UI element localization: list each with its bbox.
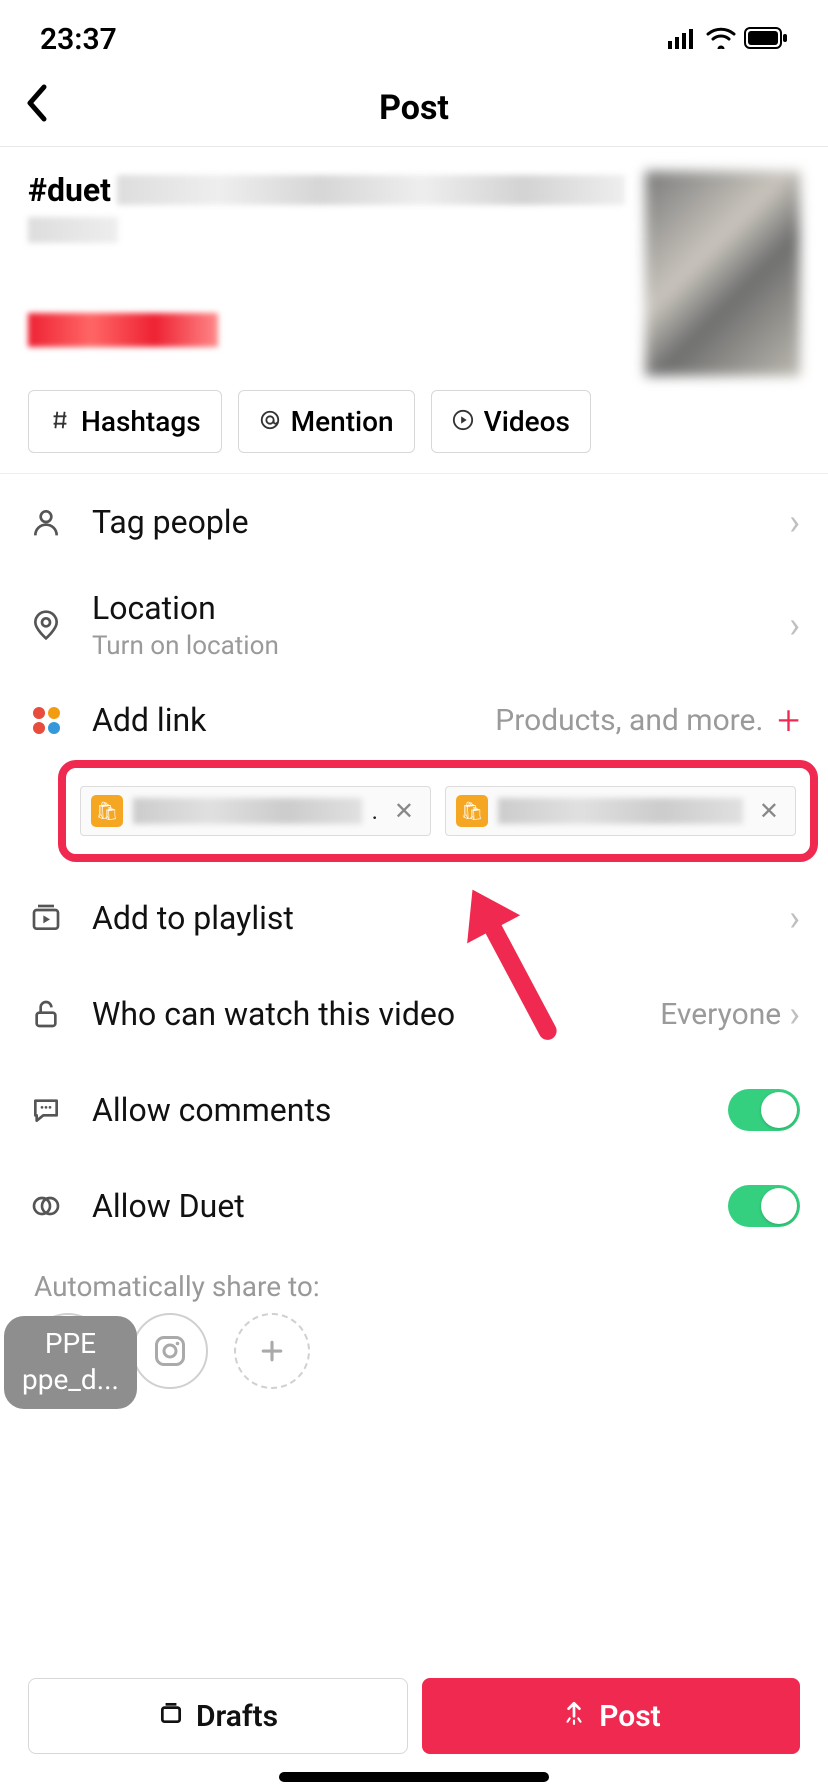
remove-link-button[interactable]: ✕ bbox=[388, 797, 420, 825]
status-time: 23:37 bbox=[40, 22, 117, 57]
page-title: Post bbox=[379, 88, 449, 128]
row-label: Allow Duet bbox=[92, 1187, 700, 1225]
home-indicator[interactable] bbox=[279, 1772, 549, 1782]
location-row[interactable]: Location Turn on location › bbox=[0, 570, 828, 680]
comment-icon bbox=[28, 1094, 64, 1126]
remove-link-button[interactable]: ✕ bbox=[753, 797, 785, 825]
row-label: Location bbox=[92, 589, 761, 627]
playlist-icon bbox=[28, 902, 64, 934]
back-button[interactable] bbox=[24, 83, 50, 133]
chevron-right-icon: › bbox=[789, 993, 800, 1035]
wifi-icon bbox=[706, 22, 736, 57]
linked-products-highlight: 🛍 . ✕ 🛍 ✕ bbox=[58, 760, 818, 862]
video-thumbnail[interactable] bbox=[645, 171, 800, 376]
share-label: Automatically share to: bbox=[0, 1254, 828, 1313]
row-label: Allow comments bbox=[92, 1091, 700, 1129]
lock-icon bbox=[28, 998, 64, 1030]
plus-icon[interactable]: + bbox=[777, 697, 800, 744]
caption-helpers: Hashtags Mention Videos bbox=[0, 390, 828, 473]
person-icon bbox=[28, 506, 64, 538]
add-link-icon bbox=[28, 707, 64, 734]
nav-header: Post bbox=[0, 69, 828, 147]
chip-label: Hashtags bbox=[81, 405, 201, 438]
duet-icon bbox=[28, 1190, 64, 1222]
product-link-chip[interactable]: 🛍 . ✕ bbox=[80, 786, 431, 836]
allow-comments-row: Allow comments bbox=[0, 1062, 828, 1158]
row-label: Add to playlist bbox=[92, 899, 761, 937]
caption-hashtag: #duet bbox=[28, 171, 111, 209]
compose-area: #duet bbox=[0, 147, 828, 390]
add-link-row[interactable]: Add link Products, and more. + bbox=[0, 680, 828, 760]
privacy-row[interactable]: Who can watch this video Everyone › bbox=[0, 966, 828, 1062]
row-label: Tag people bbox=[92, 503, 761, 541]
hashtags-chip[interactable]: Hashtags bbox=[28, 390, 222, 453]
allow-duet-toggle[interactable] bbox=[728, 1185, 800, 1227]
drafts-icon bbox=[158, 1699, 184, 1734]
chip-label: Mention bbox=[291, 405, 394, 438]
caption-redacted bbox=[117, 175, 625, 205]
chip-label: Videos bbox=[484, 405, 570, 438]
videos-chip[interactable]: Videos bbox=[431, 390, 591, 453]
location-icon bbox=[28, 609, 64, 641]
product-link-chip[interactable]: 🛍 ✕ bbox=[445, 786, 796, 836]
button-label: Drafts bbox=[196, 1699, 278, 1734]
allow-duet-row: Allow Duet bbox=[0, 1158, 828, 1254]
shopping-bag-icon: 🛍 bbox=[91, 795, 123, 827]
add-link-hint: Products, and more. bbox=[495, 703, 763, 738]
row-sublabel: Turn on location bbox=[92, 631, 761, 661]
post-icon bbox=[561, 1699, 587, 1734]
button-label: Post bbox=[599, 1699, 661, 1734]
ppe-line2: ppe_d... bbox=[22, 1362, 119, 1398]
ppe-line1: PPE bbox=[22, 1326, 119, 1362]
drafts-button[interactable]: Drafts bbox=[28, 1678, 408, 1754]
battery-icon bbox=[744, 22, 788, 57]
share-instagram[interactable] bbox=[132, 1313, 208, 1389]
hash-icon bbox=[49, 405, 71, 438]
caption-redacted bbox=[28, 313, 218, 347]
play-circle-icon bbox=[452, 405, 474, 438]
bottom-action-bar: Drafts Post bbox=[28, 1678, 800, 1754]
add-to-playlist-row[interactable]: Add to playlist › bbox=[0, 870, 828, 966]
row-label: Who can watch this video bbox=[92, 995, 632, 1033]
share-add-more[interactable] bbox=[234, 1313, 310, 1389]
mention-chip[interactable]: Mention bbox=[238, 390, 415, 453]
chevron-right-icon: › bbox=[789, 897, 800, 939]
privacy-value: Everyone bbox=[660, 997, 781, 1032]
post-button[interactable]: Post bbox=[422, 1678, 800, 1754]
tag-people-row[interactable]: Tag people › bbox=[0, 474, 828, 570]
cellular-icon bbox=[668, 22, 698, 57]
caption-input[interactable]: #duet bbox=[28, 171, 625, 376]
trailing-text: . bbox=[372, 797, 378, 825]
at-icon bbox=[259, 405, 281, 438]
row-label: Add link bbox=[92, 701, 467, 739]
allow-comments-toggle[interactable] bbox=[728, 1089, 800, 1131]
ppe-overlay-badge[interactable]: PPE ppe_d... bbox=[4, 1316, 137, 1409]
product-name-redacted bbox=[133, 798, 362, 824]
status-indicators bbox=[668, 22, 788, 57]
chevron-right-icon: › bbox=[789, 604, 800, 646]
status-bar: 23:37 bbox=[0, 0, 828, 69]
product-name-redacted bbox=[498, 798, 743, 824]
chevron-right-icon: › bbox=[789, 501, 800, 543]
shopping-bag-icon: 🛍 bbox=[456, 795, 488, 827]
caption-redacted bbox=[28, 217, 118, 243]
